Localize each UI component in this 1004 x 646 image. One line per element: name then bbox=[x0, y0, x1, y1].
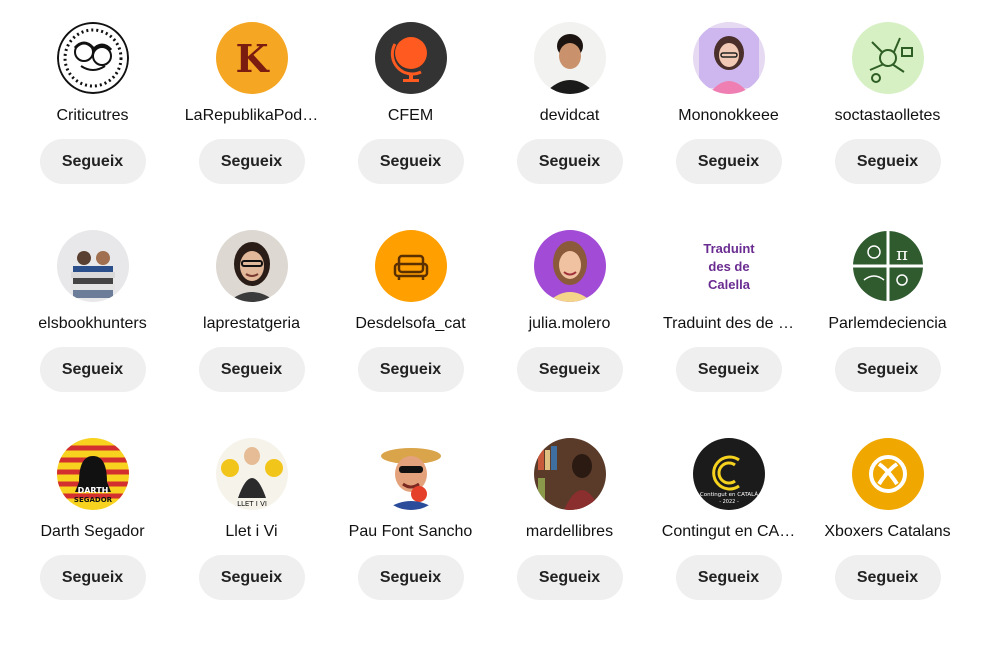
suggested-accounts-grid: Criticutres Segueix K LaRepublikaPod… Seguei… bbox=[13, 22, 967, 646]
svg-text:DARTH: DARTH bbox=[77, 486, 108, 495]
c-logo-avatar[interactable]: Contingut en CATALÀ - 2022 - bbox=[692, 438, 765, 510]
svg-text:SEGADOR: SEGADOR bbox=[73, 496, 112, 504]
svg-text:π: π bbox=[896, 244, 908, 265]
follow-button[interactable]: Segueix bbox=[834, 139, 941, 184]
criticutres-logo-avatar[interactable] bbox=[56, 22, 129, 94]
account-name[interactable]: Pau Font Sancho bbox=[341, 522, 481, 541]
cartoon-girl-avatar[interactable] bbox=[692, 22, 765, 94]
account-card: soctastaolletes Segueix bbox=[808, 22, 967, 230]
svg-text:LLET I VI: LLET I VI bbox=[237, 500, 267, 508]
account-card: Mononokkeee Segueix bbox=[649, 22, 808, 230]
account-card: DARTH SEGADOR Darth Segador Segueix bbox=[13, 438, 172, 646]
account-name[interactable]: soctastaolletes bbox=[818, 106, 958, 125]
account-card: Contingut en CATALÀ - 2022 - Contingut en … bbox=[649, 438, 808, 646]
globe-logo-avatar[interactable] bbox=[374, 22, 447, 94]
account-name[interactable]: LaRepublikaPod… bbox=[182, 106, 322, 125]
man-hat-photo-avatar[interactable] bbox=[374, 438, 447, 510]
woman-purple-photo-avatar[interactable] bbox=[533, 230, 606, 302]
account-card: Criticutres Segueix bbox=[13, 22, 172, 230]
svg-text:Contingut en CATALÀ: Contingut en CATALÀ bbox=[699, 491, 757, 498]
account-card: Xboxers Catalans Segueix bbox=[808, 438, 967, 646]
follow-button[interactable]: Segueix bbox=[834, 555, 941, 600]
account-card: Pau Font Sancho Segueix bbox=[331, 438, 490, 646]
account-name[interactable]: julia.molero bbox=[500, 314, 640, 333]
account-card: julia.molero Segueix bbox=[490, 230, 649, 438]
account-card: CFEM Segueix bbox=[331, 22, 490, 230]
account-card: Traduint des de Calella Traduint des de … Se… bbox=[649, 230, 808, 438]
account-card: devidcat Segueix bbox=[490, 22, 649, 230]
account-name[interactable]: devidcat bbox=[500, 106, 640, 125]
account-name[interactable]: elsbookhunters bbox=[23, 314, 163, 333]
svg-text:K: K bbox=[235, 36, 270, 81]
follow-button[interactable]: Segueix bbox=[357, 347, 464, 392]
science-doodles-avatar[interactable] bbox=[851, 22, 924, 94]
account-name[interactable]: Desdelsofa_cat bbox=[341, 314, 481, 333]
follow-button[interactable]: Segueix bbox=[357, 555, 464, 600]
woman-glasses-photo-avatar[interactable] bbox=[215, 230, 288, 302]
account-name[interactable]: laprestatgeria bbox=[182, 314, 322, 333]
follow-button[interactable]: Segueix bbox=[39, 139, 146, 184]
follow-button[interactable]: Segueix bbox=[516, 347, 623, 392]
svg-text:- 2022 -: - 2022 - bbox=[719, 499, 739, 505]
account-card: π Parlemdeciencia Segueix bbox=[808, 230, 967, 438]
account-card: LLET I VI Llet i Vi Segueix bbox=[172, 438, 331, 646]
follow-button[interactable]: Segueix bbox=[516, 139, 623, 184]
bookshelf-photo-avatar[interactable] bbox=[533, 438, 606, 510]
account-name[interactable]: Contingut en CA… bbox=[659, 522, 799, 541]
account-name[interactable]: Darth Segador bbox=[23, 522, 163, 541]
account-name[interactable]: Traduint des de … bbox=[659, 314, 799, 333]
follow-button[interactable]: Segueix bbox=[39, 555, 146, 600]
account-name[interactable]: Llet i Vi bbox=[182, 522, 322, 541]
darth-helmet-avatar[interactable]: DARTH SEGADOR bbox=[56, 438, 129, 510]
account-name[interactable]: Parlemdeciencia bbox=[818, 314, 958, 333]
text-logo-avatar[interactable]: Traduint des de Calella bbox=[692, 230, 765, 302]
book-stack-photo-avatar[interactable] bbox=[56, 230, 129, 302]
account-card: K LaRepublikaPod… Segueix bbox=[172, 22, 331, 230]
account-name[interactable]: CFEM bbox=[341, 106, 481, 125]
svg-text:Traduint: Traduint bbox=[703, 241, 755, 256]
account-name[interactable]: Xboxers Catalans bbox=[818, 522, 958, 541]
follow-button[interactable]: Segueix bbox=[357, 139, 464, 184]
account-card: Desdelsofa_cat Segueix bbox=[331, 230, 490, 438]
follow-button[interactable]: Segueix bbox=[198, 139, 305, 184]
account-card: elsbookhunters Segueix bbox=[13, 230, 172, 438]
follow-button[interactable]: Segueix bbox=[675, 347, 782, 392]
science-quadrants-avatar[interactable]: π bbox=[851, 230, 924, 302]
letter-k-logo-avatar[interactable]: K bbox=[215, 22, 288, 94]
account-name[interactable]: Criticutres bbox=[23, 106, 163, 125]
svg-text:Calella: Calella bbox=[708, 277, 751, 292]
follow-button[interactable]: Segueix bbox=[675, 139, 782, 184]
account-name[interactable]: mardellibres bbox=[500, 522, 640, 541]
account-card: mardellibres Segueix bbox=[490, 438, 649, 646]
man-portrait-avatar[interactable] bbox=[533, 22, 606, 94]
cartoon-man-avatar[interactable]: LLET I VI bbox=[215, 438, 288, 510]
follow-button[interactable]: Segueix bbox=[198, 347, 305, 392]
follow-button[interactable]: Segueix bbox=[675, 555, 782, 600]
account-name[interactable]: Mononokkeee bbox=[659, 106, 799, 125]
follow-button[interactable]: Segueix bbox=[516, 555, 623, 600]
follow-button[interactable]: Segueix bbox=[39, 347, 146, 392]
follow-button[interactable]: Segueix bbox=[834, 347, 941, 392]
account-card: laprestatgeria Segueix bbox=[172, 230, 331, 438]
xbox-logo-avatar[interactable] bbox=[851, 438, 924, 510]
follow-button[interactable]: Segueix bbox=[198, 555, 305, 600]
sofa-icon-avatar[interactable] bbox=[374, 230, 447, 302]
svg-text:des de: des de bbox=[708, 259, 749, 274]
